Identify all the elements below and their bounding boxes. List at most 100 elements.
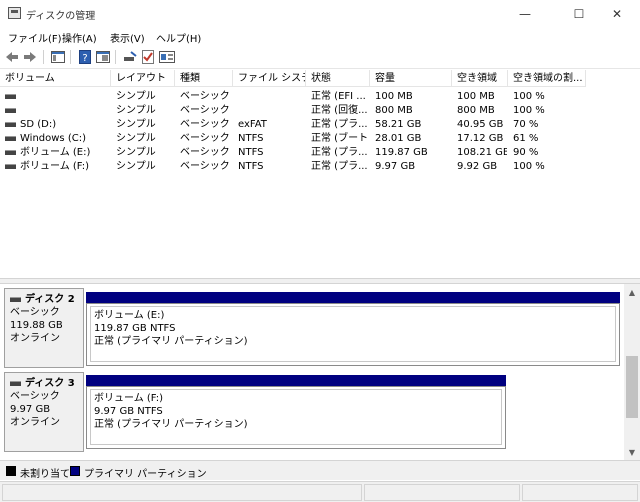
table-row-volume[interactable]: Windows (C:) [5,132,110,146]
disk-type: ベーシック [10,307,60,318]
partition-size-fs: 9.97 GB NTFS [94,406,163,417]
table-cell: 100 MB [457,91,495,102]
table-cell: 61 % [513,133,539,144]
menu-bar: ファイル(F) 操作(A) 表示(V) ヘルプ(H) [0,27,640,45]
scroll-down-icon[interactable]: ▼ [624,444,640,460]
table-cell: 正常 (回復... [311,105,368,116]
disk-icon [10,380,21,386]
column-header-volume[interactable]: ボリューム [0,70,111,87]
table-cell: シンプル [116,119,156,130]
disk-label-disk-2[interactable]: ディスク 2 ベーシック 119.88 GB オンライン [4,288,84,368]
table-row-volume[interactable]: ボリューム (E:) [5,146,110,160]
table-cell: 100 % [513,105,545,116]
menu-action[interactable]: 操作(A) [62,30,97,45]
volume-f-details: ボリューム (F:) 9.97 GB NTFS 正常 (プライマリ パーティショ… [90,389,502,445]
check-icon[interactable] [140,49,156,65]
table-cell: 9.97 GB [375,161,416,172]
primary-partition-bar [86,375,506,386]
table-cell: 正常 (EFI ... [311,91,366,102]
menu-file[interactable]: ファイル(F) [8,30,62,45]
disk-title: ディスク 2 [10,293,78,306]
table-cell: 100 % [513,91,545,102]
table-row-volume[interactable] [5,104,110,118]
column-header-file-system[interactable]: ファイル システム [233,70,306,87]
drive-icon [5,107,16,113]
status-pane [2,484,362,501]
column-header-percent-free[interactable]: 空き領域の割... [508,70,586,87]
table-cell: シンプル [116,105,156,116]
column-header-type[interactable]: 種類 [175,70,233,87]
drive-icon [5,163,16,169]
table-cell: 28.01 GB [375,133,422,144]
legend-primary-partition: プライマリ パーティション [84,469,207,480]
table-cell: 108.21 GB [457,147,507,158]
partition-size-fs: 119.87 GB NTFS [94,323,176,334]
connect-drive-icon[interactable] [122,49,138,65]
disk-status: オンライン [10,333,60,344]
table-cell [238,90,304,104]
drive-icon [5,93,16,99]
legend: 未割り当て プライマリ パーティション [0,460,640,480]
table-cell: 正常 (プラ... [311,161,368,172]
column-header-capacity[interactable]: 容量 [370,70,452,87]
column-header-layout[interactable]: レイアウト [111,70,175,87]
minimize-button[interactable]: — [502,0,548,27]
close-button[interactable]: ✕ [594,0,640,27]
volume-name: SD (D:) [20,119,57,130]
table-cell: NTFS [238,133,264,144]
disk-map-scrollbar[interactable]: ▲ ▼ [624,284,640,460]
table-cell: NTFS [238,161,264,172]
disk-type: ベーシック [10,391,60,402]
help-icon[interactable]: ? [77,49,93,65]
table-cell: 正常 (プラ... [311,147,368,158]
table-row-volume[interactable]: ボリューム (F:) [5,160,110,174]
partition-status: 正常 (プライマリ パーティション) [94,336,248,347]
status-pane [364,484,520,501]
volume-name: ボリューム (F:) [20,161,90,172]
table-cell: シンプル [116,161,156,172]
title-bar: ディスクの管理 — ☐ ✕ [0,0,640,27]
toolbar: ? [0,45,640,69]
status-pane [522,484,638,501]
disk-management-app-icon [8,7,21,19]
volume-e-partition[interactable]: ボリューム (E:) 119.87 GB NTFS 正常 (プライマリ パーティ… [86,303,620,366]
menu-view[interactable]: 表示(V) [110,30,145,45]
column-header-status[interactable]: 状態 [306,70,370,87]
table-cell: 800 MB [375,105,413,116]
drive-icon [5,121,16,127]
volume-f-partition[interactable]: ボリューム (F:) 9.97 GB NTFS 正常 (プライマリ パーティショ… [86,386,506,449]
table-cell: シンプル [116,91,156,102]
disk-size: 119.88 GB [10,320,63,331]
disk-map: ディスク 2 ベーシック 119.88 GB オンライン ボリューム (E:) … [0,284,624,460]
scrollbar-thumb[interactable] [626,356,638,418]
primary-partition-swatch [70,466,80,476]
table-cell: 58.21 GB [375,119,422,130]
scroll-up-icon[interactable]: ▲ [624,284,640,300]
menu-help[interactable]: ヘルプ(H) [156,30,201,45]
column-header-free-space[interactable]: 空き領域 [452,70,508,87]
disk-size: 9.97 GB [10,404,51,415]
refresh-icon[interactable] [159,49,175,65]
disk-name: ディスク 2 [25,294,75,305]
table-cell: 正常 (ブート... [311,133,369,144]
table-cell: 17.12 GB [457,133,504,144]
partition-status: 正常 (プライマリ パーティション) [94,419,248,430]
table-cell: ベーシック [180,133,230,144]
table-row-volume[interactable] [5,90,110,104]
table-cell: 800 MB [457,105,495,116]
table-cell: シンプル [116,147,156,158]
back-arrow-icon[interactable] [4,49,20,65]
forward-arrow-icon[interactable] [22,49,38,65]
status-bar [0,481,640,502]
show-hide-console-tree-icon[interactable] [50,49,66,65]
partition-name: ボリューム (E:) [94,310,165,321]
table-row-volume[interactable]: SD (D:) [5,118,110,132]
table-cell: 119.87 GB [375,147,428,158]
table-cell: シンプル [116,133,156,144]
drive-icon [5,149,16,155]
table-cell: NTFS [238,147,264,158]
volume-name: ボリューム (E:) [20,147,91,158]
legend-unallocated: 未割り当て [20,469,70,480]
properties-icon[interactable] [95,49,111,65]
disk-label-disk-3[interactable]: ディスク 3 ベーシック 9.97 GB オンライン [4,372,84,452]
